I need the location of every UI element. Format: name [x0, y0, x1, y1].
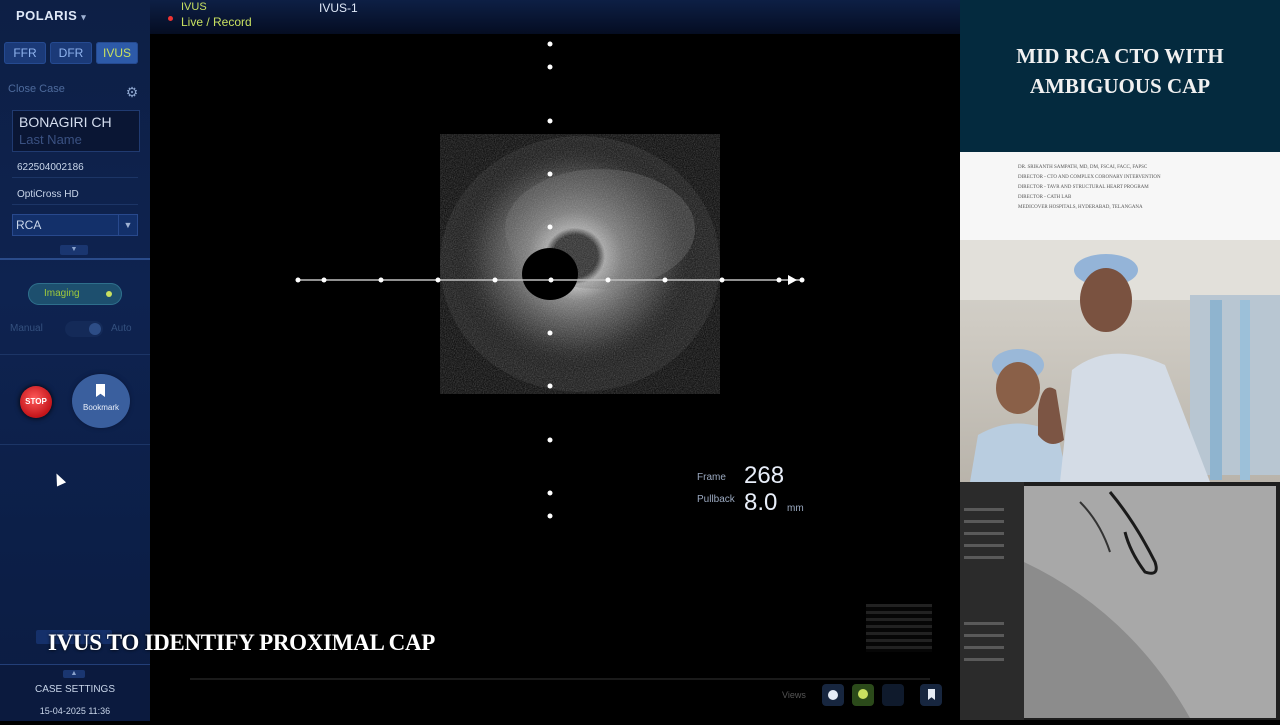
pullback-label: Pullback: [697, 494, 735, 505]
pullback-value: 8.0: [744, 489, 778, 516]
case-settings-button[interactable]: CASE SETTINGS: [0, 684, 150, 695]
chevron-up-icon[interactable]: ▲: [63, 670, 85, 678]
mode-indicator: IVUS: [181, 1, 207, 13]
bookmark-button[interactable]: Bookmark: [72, 374, 130, 428]
tab-ffr[interactable]: FFR: [4, 42, 46, 64]
cursor-icon: [51, 471, 67, 487]
circle-view-icon: [828, 690, 838, 700]
fluoroscopy-feed: [960, 482, 1280, 720]
credit-line: MEDICOVER HOSPITALS, HYDERABAD, TELANGAN…: [1018, 205, 1143, 210]
live-record-status: Live / Record: [181, 15, 252, 29]
bookmark-list-button[interactable]: [920, 684, 942, 706]
video-caption: IVUS TO IDENTIFY PROXIMAL CAP: [48, 630, 436, 655]
dropdown-arrow-icon[interactable]: ▼: [118, 215, 137, 235]
divider: [0, 258, 150, 260]
catheter-field[interactable]: OptiCross HD: [12, 185, 138, 205]
brand-title: POLARIS: [16, 8, 78, 23]
mode-tabs: FFR DFR IVUS: [4, 42, 138, 64]
collapse-panel-button[interactable]: ▼: [60, 245, 88, 255]
imaging-button[interactable]: Imaging: [28, 283, 122, 305]
vessel-cross-section: [440, 134, 720, 394]
sidebar: POLARIS ▾ FFR DFR IVUS Close Case ⚙ BONAG…: [0, 0, 150, 721]
divider: [0, 354, 150, 355]
longitudinal-view-thumbnail[interactable]: [866, 604, 932, 652]
datetime-display: 15-04-2025 11:36: [39, 706, 111, 716]
frame-label: Frame: [697, 472, 726, 483]
ivus-image[interactable]: [150, 34, 960, 678]
bookmark-label: Bookmark: [82, 403, 119, 412]
title-slide: MID RCA CTO WITH AMBIGUOUS CAP: [960, 0, 1280, 152]
presenter-credits-slide: DR. SRIKANTH SAMPATH, MD, DM, FSCAI, FAC…: [960, 152, 1280, 240]
patient-name-field[interactable]: BONAGIRI CH Last Name: [12, 110, 140, 152]
patient-first-name: BONAGIRI CH: [19, 114, 112, 130]
frame-scrubber[interactable]: [190, 678, 930, 680]
tab-dfr[interactable]: DFR: [50, 42, 92, 64]
status-dot-icon: [106, 291, 112, 297]
credit-line: DIRECTOR - CATH LAB: [1018, 195, 1072, 200]
frame-value: 268: [744, 462, 785, 489]
credit-line: DIRECTOR - TAVR AND STRUCTURAL HEART PRO…: [1018, 185, 1149, 190]
measurement-crosshair: [295, 41, 805, 519]
stop-button[interactable]: STOP: [20, 386, 52, 418]
view-longitudinal-button[interactable]: [852, 684, 874, 706]
record-dot-icon: [168, 16, 173, 21]
pullback-unit: mm: [787, 503, 804, 514]
toggle-manual-label: Manual: [10, 323, 43, 334]
view-circle-button[interactable]: [822, 684, 844, 706]
patient-id-field[interactable]: 622504002186: [12, 158, 138, 178]
credit-line: DIRECTOR - CTO AND COMPLEX CORONARY INTE…: [1018, 175, 1161, 180]
view-header: [150, 0, 960, 34]
patient-last-name-placeholder: Last Name: [19, 132, 82, 147]
tab-ivus[interactable]: IVUS: [96, 42, 138, 64]
vessel-value: RCA: [16, 218, 42, 232]
views-label: Views: [782, 690, 806, 700]
angiography-image: [960, 482, 1276, 720]
gear-icon[interactable]: ⚙: [124, 84, 140, 100]
manual-auto-toggle-row: Manual Auto: [10, 320, 140, 338]
bookmark-icon: [928, 689, 935, 700]
view-split-button[interactable]: [882, 684, 904, 706]
slide-title-line-1: MID RCA CTO WITH: [1016, 44, 1224, 68]
bookmark-icon: [96, 384, 105, 397]
close-case-button[interactable]: Close Case: [8, 83, 65, 95]
stop-label: STOP: [25, 397, 47, 406]
operator-camera-feed: [960, 240, 1280, 482]
chevron-down-icon: ▾: [81, 12, 87, 22]
longitudinal-view-icon: [858, 689, 868, 699]
view-name-label: IVUS-1: [319, 1, 358, 15]
credit-line: DR. SRIKANTH SAMPATH, MD, DM, FSCAI, FAC…: [1018, 165, 1148, 170]
toggle-auto-label: Auto: [111, 323, 132, 334]
manual-auto-toggle[interactable]: [65, 321, 103, 337]
camera-scene: [960, 240, 1280, 482]
divider: [0, 444, 150, 445]
imaging-label: Imaging: [44, 288, 80, 299]
vessel-select[interactable]: RCA ▼: [12, 214, 138, 236]
slide-title-line-2: AMBIGUOUS CAP: [1029, 74, 1211, 98]
brand-menu[interactable]: POLARIS ▾: [16, 8, 86, 23]
